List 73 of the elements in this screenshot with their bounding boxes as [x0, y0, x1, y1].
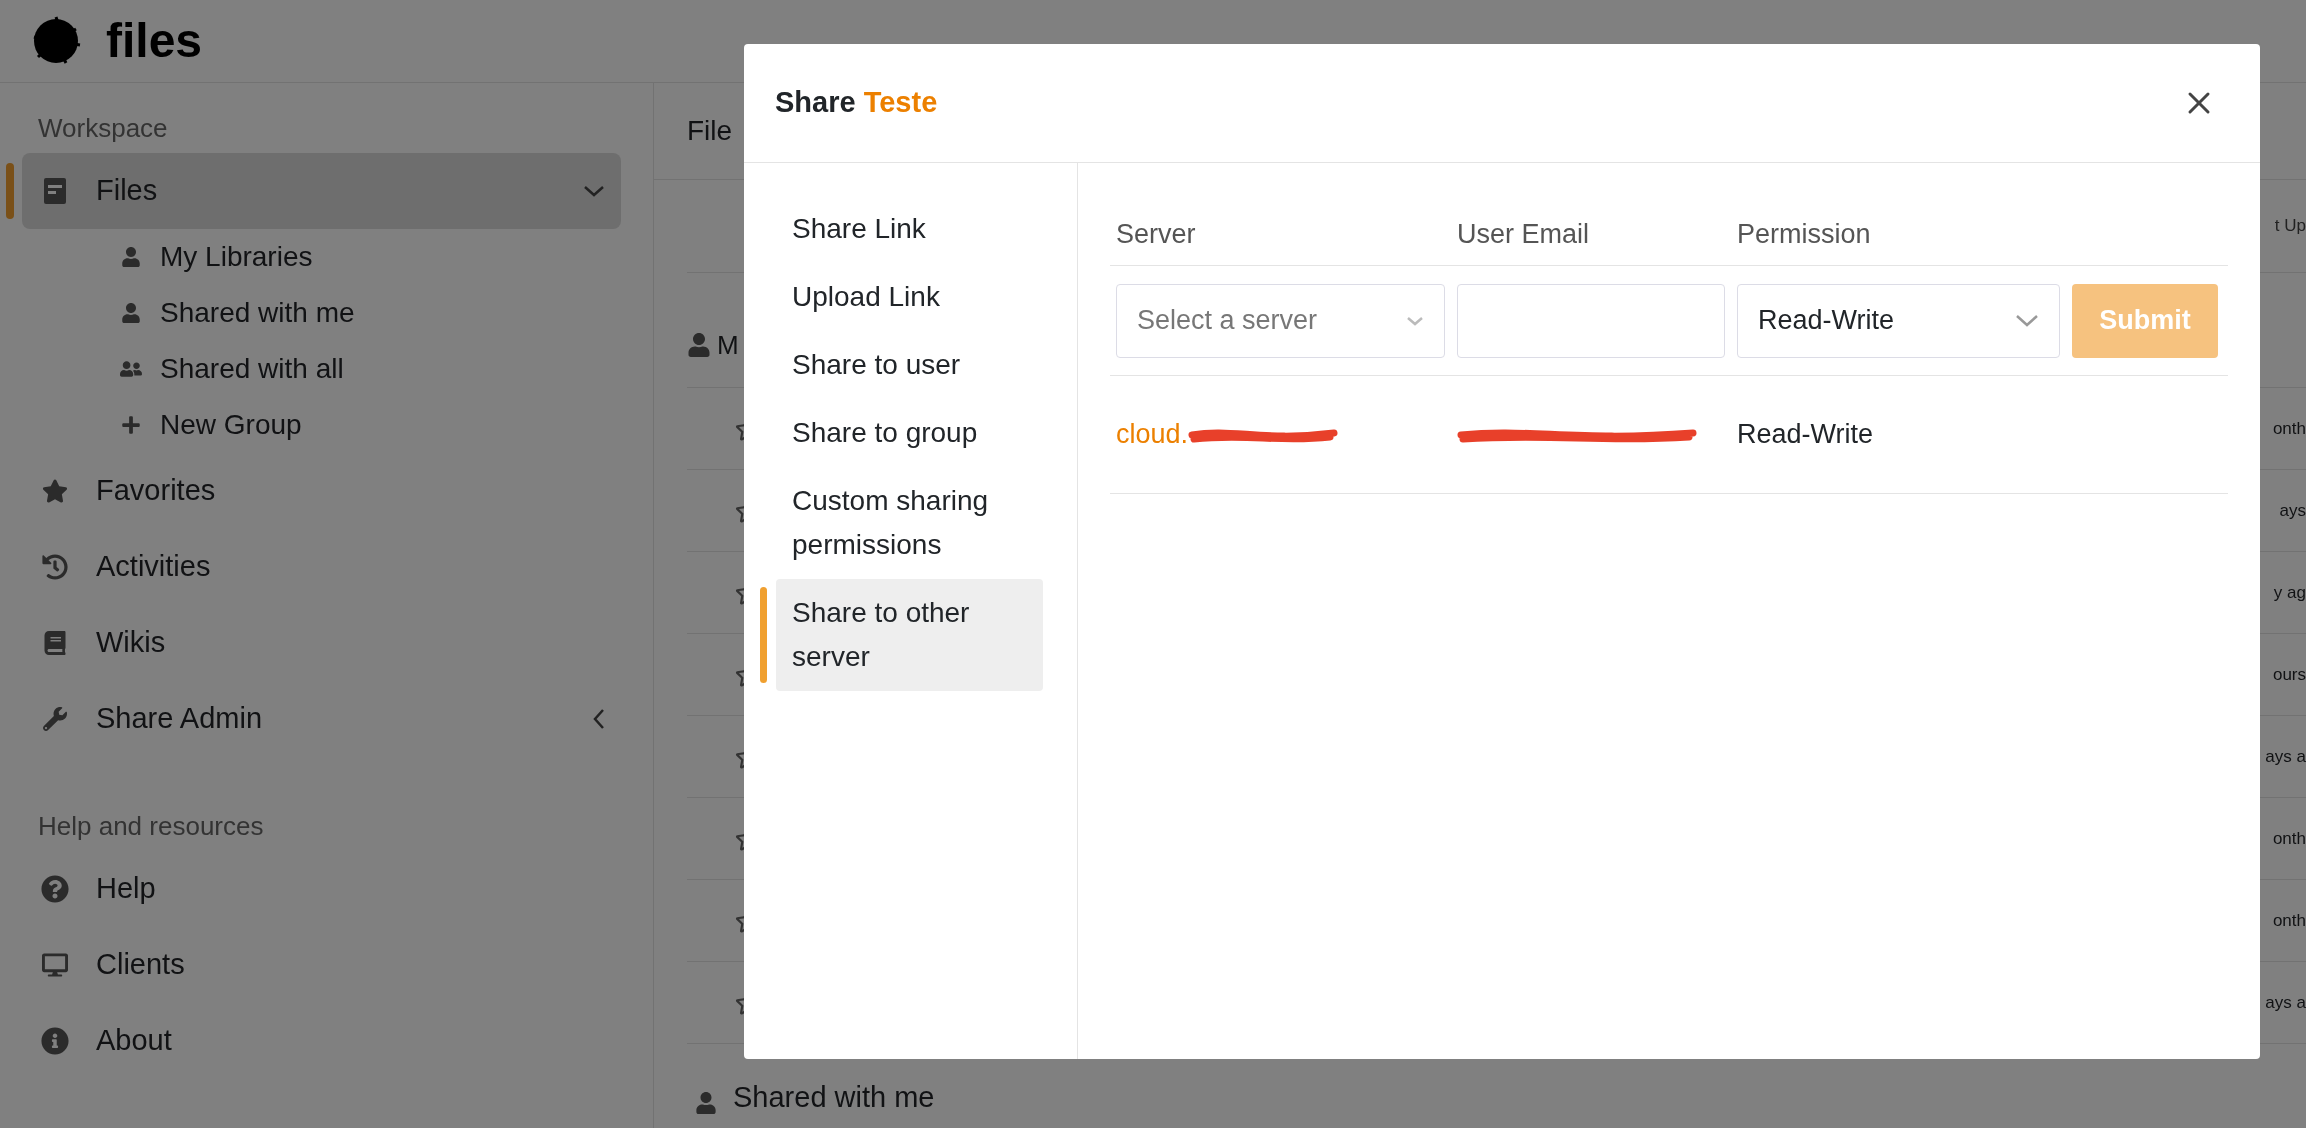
people-icon [120, 358, 142, 380]
table-cell-text: onth [2272, 909, 2306, 932]
nav-label: Help [96, 871, 157, 907]
caret-icon [1406, 315, 1424, 326]
server-link[interactable]: cloud. [1116, 414, 1189, 455]
help-icon [41, 875, 69, 903]
table-cell-text: y ag [2273, 581, 2306, 604]
person-icon [121, 247, 141, 267]
nav-item[interactable]: Clients [22, 927, 621, 1003]
nav-item[interactable]: Share Admin [22, 681, 621, 757]
dialog-nav-item[interactable]: Share Link [776, 195, 1043, 263]
nav-label: New Group [160, 408, 302, 442]
section-heading: Workspace [37, 111, 169, 145]
dialog-nav-item[interactable]: Share to user [776, 331, 1043, 399]
dialog-nav-item[interactable]: Share to group [776, 399, 1043, 467]
column-header: t Up [2274, 215, 2306, 238]
person-icon [695, 1092, 717, 1114]
table-cell-text: onth [2272, 417, 2306, 440]
dialog-nav-item[interactable]: Custom sharing permissions [776, 467, 1043, 579]
table-cell-text: ays [2279, 499, 2306, 522]
nav-label: Favorites [96, 473, 217, 509]
section-heading: M [717, 328, 739, 362]
active-indicator [6, 163, 14, 219]
nav-item[interactable]: Favorites [22, 453, 621, 529]
person-icon [687, 333, 711, 357]
column-header: Permission [1736, 217, 1872, 251]
table-cell-text: ours [2272, 663, 2306, 686]
history-icon [42, 554, 68, 580]
table-cell-text: ays a [2265, 991, 2306, 1014]
nav-subitem[interactable]: New Group [22, 397, 621, 453]
dialog-nav-item[interactable]: Upload Link [776, 263, 1043, 331]
section-heading: Help and resources [37, 809, 265, 843]
nav-label: My Libraries [160, 240, 313, 274]
nav-label: Shared with me [160, 296, 355, 330]
nav-item[interactable]: Files [22, 153, 621, 229]
email-input[interactable] [1457, 283, 1725, 358]
permission-select[interactable]: Read-Write [1737, 283, 2060, 358]
server-select[interactable]: Select a server [1116, 283, 1445, 358]
nav-label: About [96, 1023, 173, 1059]
chevron-icon [583, 185, 605, 197]
person-icon [121, 303, 141, 323]
column-header: Server [1115, 217, 1197, 251]
dialog-nav-item[interactable]: Share to other server [776, 579, 1043, 691]
nav-subitem[interactable]: My Libraries [22, 229, 621, 285]
nav-subitem[interactable]: Shared with all [22, 341, 621, 397]
table-cell-text: onth [2272, 827, 2306, 850]
nav-item[interactable]: Help [22, 851, 621, 927]
wrench-icon [43, 707, 67, 731]
nav-label: Files [96, 173, 159, 209]
nav-item[interactable]: About [22, 1003, 621, 1079]
document-icon [44, 178, 66, 204]
nav-label: Activities [96, 549, 212, 585]
section-heading: Shared with me [733, 1080, 935, 1114]
caret-icon [2015, 314, 2039, 327]
chevron-icon [593, 708, 605, 730]
nav-subitem[interactable]: Shared with me [22, 285, 621, 341]
table-cell-text: Read-Write [1736, 418, 1875, 452]
nav-item[interactable]: Wikis [22, 605, 621, 681]
page-title: File [687, 114, 733, 148]
nav-label: Share Admin [96, 701, 264, 737]
book-icon [43, 631, 67, 655]
column-header: User Email [1456, 217, 1591, 251]
star-icon [42, 478, 68, 504]
dialog-title: Share Teste [775, 85, 938, 121]
nav-label: Wikis [96, 625, 167, 661]
nav-label: Shared with all [160, 352, 344, 386]
info-icon [41, 1027, 69, 1055]
monitor-icon [42, 952, 68, 978]
nav-label: Clients [96, 947, 186, 983]
plus-icon [121, 415, 141, 435]
nav-item[interactable]: Activities [22, 529, 621, 605]
table-cell-text: ays a [2265, 745, 2306, 768]
app-name: files [106, 17, 203, 65]
